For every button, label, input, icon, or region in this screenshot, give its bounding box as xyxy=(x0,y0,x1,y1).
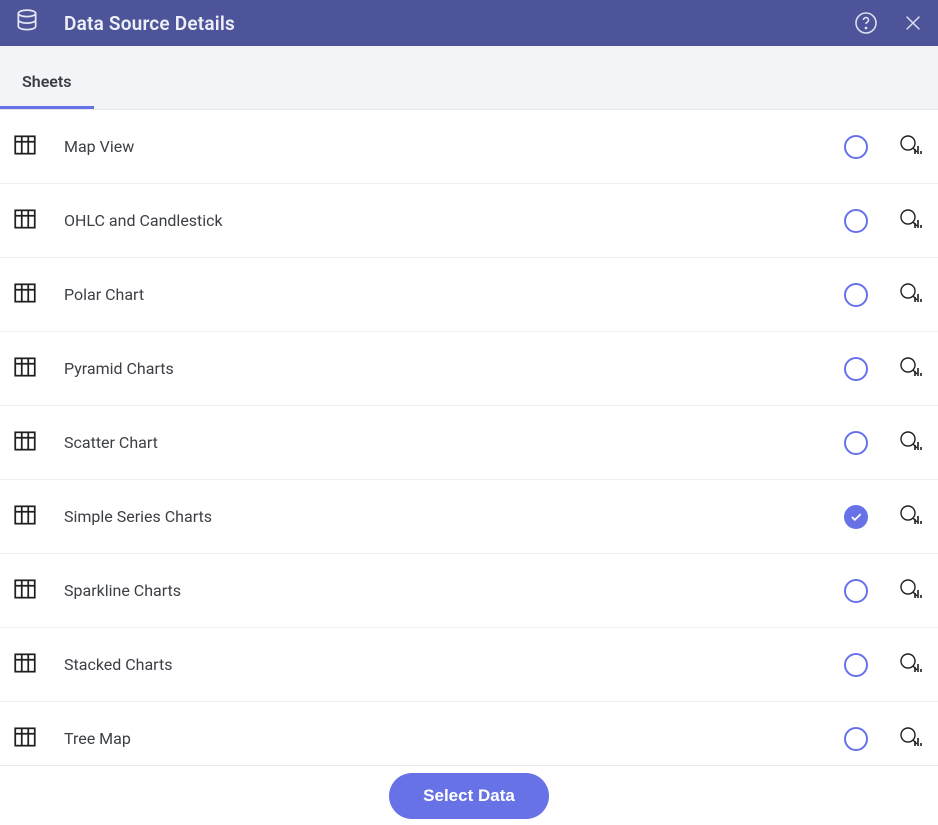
sheet-preview-button[interactable] xyxy=(896,279,924,311)
tab-label: Sheets xyxy=(22,72,72,91)
sheet-preview-button[interactable] xyxy=(896,353,924,385)
sheet-preview-button[interactable] xyxy=(896,649,924,681)
sheet-select-radio[interactable] xyxy=(844,135,868,159)
sheet-select-radio[interactable] xyxy=(844,357,868,381)
sheet-label: OHLC and Candlestick xyxy=(56,211,826,230)
sheet-row[interactable]: Simple Series Charts xyxy=(0,480,938,554)
sheet-icon xyxy=(12,576,38,606)
sheet-icon xyxy=(12,724,38,754)
select-data-button[interactable]: Select Data xyxy=(389,773,549,819)
sheet-select-radio[interactable] xyxy=(844,727,868,751)
sheet-row[interactable]: Scatter Chart xyxy=(0,406,938,480)
dialog-header: Data Source Details xyxy=(0,0,938,46)
sheet-preview-button[interactable] xyxy=(896,501,924,533)
sheet-row[interactable]: Map View xyxy=(0,110,938,184)
sheet-select-radio[interactable] xyxy=(844,579,868,603)
sheet-select-radio[interactable] xyxy=(844,209,868,233)
sheet-label: Simple Series Charts xyxy=(56,507,826,526)
sheet-row[interactable]: Stacked Charts xyxy=(0,628,938,702)
sheets-list: Map View OHLC and Candlestick Polar Char… xyxy=(0,110,938,765)
sheet-label: Map View xyxy=(56,137,826,156)
sheet-icon xyxy=(12,428,38,458)
sheet-preview-button[interactable] xyxy=(896,131,924,163)
close-button[interactable] xyxy=(902,12,924,34)
help-button[interactable] xyxy=(854,11,878,35)
sheet-row[interactable]: Tree Map xyxy=(0,702,938,765)
database-icon xyxy=(14,8,40,38)
sheet-preview-button[interactable] xyxy=(896,575,924,607)
sheet-icon xyxy=(12,132,38,162)
dialog-title: Data Source Details xyxy=(64,12,830,35)
sheet-label: Polar Chart xyxy=(56,285,826,304)
sheet-select-radio[interactable] xyxy=(844,431,868,455)
sheet-select-radio[interactable] xyxy=(844,283,868,307)
sheet-row[interactable]: Pyramid Charts xyxy=(0,332,938,406)
tab-sheets[interactable]: Sheets xyxy=(0,50,94,109)
sheet-select-radio[interactable] xyxy=(844,653,868,677)
sheet-preview-button[interactable] xyxy=(896,427,924,459)
sheet-preview-button[interactable] xyxy=(896,723,924,755)
sheet-label: Sparkline Charts xyxy=(56,581,826,600)
sheet-icon xyxy=(12,650,38,680)
sheet-icon xyxy=(12,354,38,384)
sheet-row[interactable]: Sparkline Charts xyxy=(0,554,938,628)
sheet-label: Pyramid Charts xyxy=(56,359,826,378)
sheet-icon xyxy=(12,206,38,236)
sheet-icon xyxy=(12,280,38,310)
sheet-row[interactable]: Polar Chart xyxy=(0,258,938,332)
sheet-label: Stacked Charts xyxy=(56,655,826,674)
sheet-select-radio[interactable] xyxy=(844,505,868,529)
tabs-bar: Sheets xyxy=(0,46,938,110)
dialog-footer: Select Data xyxy=(0,765,938,825)
sheet-label: Tree Map xyxy=(56,729,826,748)
sheet-label: Scatter Chart xyxy=(56,433,826,452)
sheet-row[interactable]: OHLC and Candlestick xyxy=(0,184,938,258)
sheet-icon xyxy=(12,502,38,532)
sheet-preview-button[interactable] xyxy=(896,205,924,237)
